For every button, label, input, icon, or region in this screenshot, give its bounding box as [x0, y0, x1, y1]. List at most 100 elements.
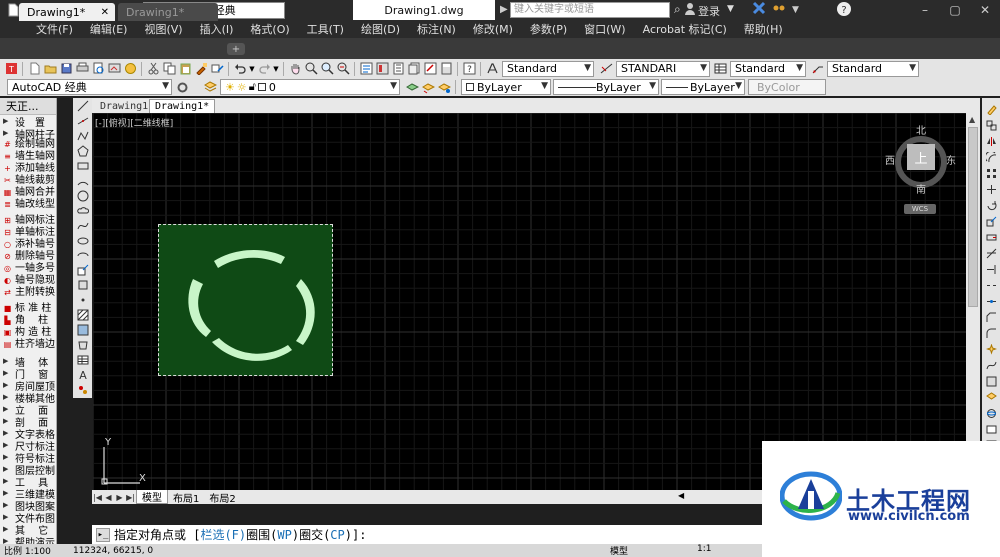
calculator-icon[interactable] — [438, 61, 454, 77]
scale-icon[interactable] — [983, 214, 999, 228]
erase-icon[interactable] — [983, 102, 999, 116]
minimize-icon[interactable]: – — [910, 0, 940, 20]
view-icon[interactable] — [983, 422, 999, 436]
drawing-tab[interactable]: Drawing1 — [95, 99, 154, 113]
user-icon[interactable] — [684, 2, 696, 19]
command-option-wpolygon[interactable]: 圈围(WP) — [246, 526, 299, 543]
palette-item[interactable]: ▤ 柱齐墙边 — [0, 339, 56, 351]
palette-item[interactable]: ○ 添补轴号 — [0, 239, 56, 251]
dim-style-icon[interactable] — [598, 61, 614, 77]
palette-item[interactable]: ▦ 轴网合并 — [0, 187, 56, 199]
first-tab-icon[interactable]: |◀ — [92, 493, 103, 502]
pan-icon[interactable] — [287, 61, 303, 77]
chevron-down-icon[interactable]: ▼ — [248, 61, 256, 77]
workspace-select[interactable]: AutoCAD 经典 ▼ — [7, 79, 172, 95]
layer-previous-icon[interactable] — [420, 79, 436, 95]
rotate-icon[interactable] — [983, 198, 999, 212]
paste-icon[interactable] — [177, 61, 193, 77]
gradient-icon[interactable] — [75, 324, 91, 337]
palette-section[interactable]: ▶ 轴网柱子 — [0, 127, 56, 141]
ellipse-icon[interactable] — [75, 234, 91, 247]
last-tab-icon[interactable]: ▶| — [125, 493, 136, 502]
menu-draw[interactable]: 绘图(D) — [361, 21, 400, 37]
palette-item[interactable]: ⊞ 轴网标注 — [0, 215, 56, 227]
vertical-scrollbar[interactable]: ▲ — [966, 113, 980, 490]
spline-icon[interactable] — [75, 219, 91, 232]
arc-icon[interactable] — [75, 175, 91, 188]
tool-palettes-icon[interactable] — [390, 61, 406, 77]
doc-tab[interactable]: Drawing1* — [118, 3, 218, 21]
linetype-select[interactable]: ByLayer ▼ — [553, 79, 659, 95]
properties-icon[interactable] — [358, 61, 374, 77]
point-icon[interactable] — [75, 294, 91, 307]
design-center-icon[interactable] — [374, 61, 390, 77]
polygon-icon[interactable] — [75, 145, 91, 158]
next-tab-icon[interactable]: ▶ — [114, 493, 125, 502]
stretch-icon[interactable] — [983, 230, 999, 244]
palette-item[interactable]: ▣ 构 造 柱 — [0, 327, 56, 339]
palette-item[interactable]: ▙ 角 柱 — [0, 315, 56, 327]
new-tab-button[interactable]: + — [227, 43, 245, 55]
palette-item[interactable]: ≣ 轴改线型 — [0, 199, 56, 211]
menu-file[interactable]: 文件(F) — [36, 21, 73, 37]
match-properties-icon[interactable] — [193, 61, 209, 77]
menu-acrobat[interactable]: Acrobat 标记(C) — [643, 21, 727, 37]
drawing-scale[interactable]: 比例 1:100 — [0, 544, 65, 557]
layer-select[interactable]: ☀ ☼ 🔓︎ 0 ▼ — [220, 79, 400, 95]
plotstyle-select[interactable]: ByColor — [748, 79, 826, 95]
command-line[interactable]: ▸_ 指定对角点或 [ 栏选(F) 圈围(WP) 圈交(CP) ]: — [92, 525, 762, 544]
model-space-button[interactable]: 模型 — [610, 544, 628, 557]
menu-parametric[interactable]: 参数(P) — [530, 21, 567, 37]
menu-modify[interactable]: 修改(M) — [473, 21, 513, 37]
viewport-controls-label[interactable]: [-][俯视][二维线框] — [95, 116, 173, 129]
blend-icon[interactable] — [983, 358, 999, 372]
menu-dimension[interactable]: 标注(N) — [417, 21, 456, 37]
ellipse-arc-icon[interactable] — [75, 249, 91, 262]
chevron-down-icon[interactable]: ▼ — [272, 61, 280, 77]
annotation-scale[interactable]: 1:1 — [697, 544, 711, 554]
mtext-icon[interactable]: A — [75, 368, 91, 381]
palette-item[interactable]: ◐ 轴号隐现 — [0, 275, 56, 287]
wcs-menu[interactable]: WCS — [904, 204, 936, 214]
tab-layout2[interactable]: 布局2 — [204, 490, 240, 505]
chevron-right-icon[interactable]: ▶ — [500, 4, 508, 15]
array-icon[interactable] — [983, 166, 999, 180]
open-icon[interactable] — [42, 61, 58, 77]
markup-icon[interactable] — [422, 61, 438, 77]
rectangle-icon[interactable] — [75, 160, 91, 173]
construction-line-icon[interactable] — [75, 115, 91, 128]
palette-item[interactable]: ◎ 一轴多号 — [0, 263, 56, 275]
help-icon[interactable]: ? — [836, 1, 852, 20]
scrollbar-thumb[interactable] — [968, 127, 978, 307]
menu-insert[interactable]: 插入(I) — [200, 21, 234, 37]
tarch-icon[interactable]: T — [3, 61, 19, 77]
trim-icon[interactable] — [983, 246, 999, 260]
viewcube-west[interactable]: 西 — [885, 152, 895, 167]
scroll-left-icon[interactable]: ◀ — [678, 491, 684, 500]
drawing-tab-active[interactable]: Drawing1* — [149, 99, 216, 113]
move-icon[interactable] — [983, 182, 999, 196]
drawing-canvas[interactable]: [-][俯视][二维线框] — [93, 113, 966, 490]
doc-tab-active[interactable]: Drawing1* ✕ — [19, 3, 115, 21]
viewcube-north[interactable]: 北 — [916, 122, 926, 137]
palette-item[interactable]: ⇄ 主附转换 — [0, 287, 56, 299]
zoom-previous-icon[interactable] — [335, 61, 351, 77]
workspace-settings-icon[interactable] — [174, 79, 190, 95]
circle-icon[interactable] — [75, 189, 91, 202]
mirror-icon[interactable] — [983, 134, 999, 148]
menu-tools[interactable]: 工具(T) — [307, 21, 344, 37]
layer-tools-icon[interactable] — [983, 390, 999, 404]
chevron-down-icon[interactable]: ▼ — [792, 5, 799, 15]
cut-icon[interactable] — [145, 61, 161, 77]
viewcube-east[interactable]: 东 — [946, 152, 956, 167]
palette-item[interactable]: ⊘ 删除轴号 — [0, 251, 56, 263]
table-icon[interactable] — [75, 353, 91, 366]
exchange-icon[interactable] — [752, 1, 766, 18]
undo-icon[interactable] — [232, 61, 248, 77]
join-icon[interactable] — [983, 294, 999, 308]
help-icon[interactable]: ? — [461, 61, 477, 77]
color-select[interactable]: ByLayer ▼ — [461, 79, 551, 95]
polyline-icon[interactable] — [75, 130, 91, 143]
command-prompt-icon[interactable]: ▸_ — [96, 527, 110, 542]
region-icon[interactable] — [75, 339, 91, 352]
